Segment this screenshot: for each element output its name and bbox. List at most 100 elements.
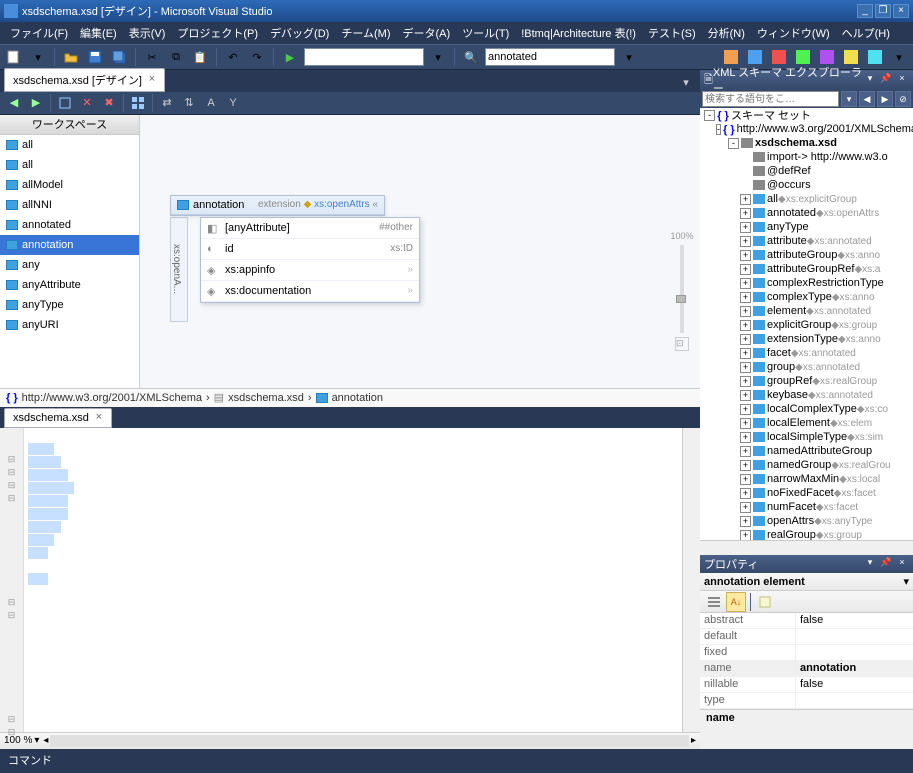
designer-row[interactable]: ◧[anyAttribute]##other xyxy=(201,218,419,239)
workspace-item[interactable]: allNNI xyxy=(0,195,139,215)
property-row[interactable]: abstractfalse xyxy=(700,613,913,629)
collapse-icon[interactable]: « xyxy=(372,199,378,210)
props-pin-icon[interactable]: 📌 xyxy=(879,557,893,571)
expand-icon[interactable]: + xyxy=(740,292,751,303)
add-item-button[interactable]: ▾ xyxy=(28,47,48,67)
editor-tab-close-icon[interactable]: × xyxy=(93,412,105,424)
xse-dropdown-icon[interactable]: ▾ xyxy=(863,73,877,87)
letter-a-button[interactable]: A xyxy=(201,93,221,113)
expand-icon[interactable]: + xyxy=(740,320,751,331)
expand-icon[interactable]: + xyxy=(740,460,751,471)
maximize-button[interactable]: ❐ xyxy=(875,4,891,18)
tree-node[interactable]: +extensionType ◆xs:anno xyxy=(700,332,913,346)
clear-workspace-button[interactable]: ✕ xyxy=(77,93,97,113)
find-dropdown[interactable]: ▾ xyxy=(619,47,639,67)
expand-icon[interactable]: + xyxy=(740,278,751,289)
tree-node[interactable]: +complexRestrictionType xyxy=(700,276,913,290)
expand-icon[interactable]: + xyxy=(740,194,751,205)
save-all-button[interactable] xyxy=(109,47,129,67)
tree-node[interactable]: +attributeGroup ◆xs:anno xyxy=(700,248,913,262)
expand-icon[interactable]: + xyxy=(740,362,751,373)
property-row[interactable]: nameannotation xyxy=(700,661,913,677)
workspace-item[interactable]: any xyxy=(0,255,139,275)
menu-item[interactable]: テスト(S) xyxy=(642,22,702,44)
tree-node[interactable]: @defRef xyxy=(700,164,913,178)
xse-pin-icon[interactable]: 📌 xyxy=(879,73,893,87)
open-button[interactable] xyxy=(61,47,81,67)
tree-node[interactable]: +element ◆xs:annotated xyxy=(700,304,913,318)
menu-item[interactable]: 分析(N) xyxy=(702,22,751,44)
workspace-item[interactable]: anyURI xyxy=(0,315,139,335)
props-dropdown-icon[interactable]: ▾ xyxy=(863,557,877,571)
tree-node[interactable]: +facet ◆xs:annotated xyxy=(700,346,913,360)
designer-canvas[interactable]: xs:openA... annotation extension ◆ xs:op… xyxy=(140,115,700,388)
expand-icon[interactable]: + xyxy=(740,530,751,541)
editor-hscroll-right[interactable]: ▸ xyxy=(691,735,696,746)
tree-node[interactable]: @occurs xyxy=(700,178,913,192)
designer-row[interactable]: ◐idxs:ID xyxy=(201,239,419,260)
editor-scrollbar[interactable] xyxy=(682,428,700,732)
tree-node[interactable]: +namedAttributeGroup xyxy=(700,444,913,458)
workspace-item[interactable]: anyAttribute xyxy=(0,275,139,295)
save-button[interactable] xyxy=(85,47,105,67)
tree-node[interactable]: +localComplexType ◆xs:co xyxy=(700,402,913,416)
expand-icon[interactable]: + xyxy=(740,516,751,527)
tab-close-icon[interactable]: × xyxy=(146,74,158,86)
designer-row[interactable]: ◈xs:documentation» xyxy=(201,281,419,302)
property-row[interactable]: fixed xyxy=(700,645,913,661)
editor-hscroll-track[interactable] xyxy=(50,735,689,747)
menu-item[interactable]: ツール(T) xyxy=(456,22,515,44)
props-grid[interactable]: abstractfalsedefaultfixednameannotationn… xyxy=(700,613,913,709)
xse-clear-button[interactable]: ⊘ xyxy=(895,91,911,107)
workspace-item[interactable]: allModel xyxy=(0,175,139,195)
copy-button[interactable]: ⧉ xyxy=(166,47,186,67)
xse-close-icon[interactable]: × xyxy=(895,73,909,87)
remove-button[interactable]: ✖ xyxy=(99,93,119,113)
fit-button[interactable]: ⊡ xyxy=(675,337,689,351)
top-bottom-button[interactable]: ⇅ xyxy=(179,93,199,113)
undo-button[interactable]: ↶ xyxy=(223,47,243,67)
workspace-item[interactable]: annotation xyxy=(0,235,139,255)
props-object-dropdown[interactable]: ▾ xyxy=(903,575,909,588)
expand-icon[interactable]: + xyxy=(740,348,751,359)
minimize-button[interactable]: _ xyxy=(857,4,873,18)
editor-tab[interactable]: xsdschema.xsd × xyxy=(4,408,112,428)
tree-node[interactable]: +groupRef ◆xs:realGroup xyxy=(700,374,913,388)
expand-icon[interactable]: + xyxy=(740,432,751,443)
expand-icon[interactable]: - xyxy=(704,110,715,121)
tree-node[interactable]: +realGroup ◆xs:group xyxy=(700,528,913,540)
tree-node[interactable]: -xsdschema.xsd xyxy=(700,136,913,150)
expand-icon[interactable]: + xyxy=(740,306,751,317)
props-pages-button[interactable] xyxy=(755,592,775,612)
expand-icon[interactable]: - xyxy=(716,124,721,135)
breadcrumb-file[interactable]: xsdschema.xsd xyxy=(228,392,304,404)
basetype-tab[interactable]: xs:openA... xyxy=(170,217,188,322)
xse-prev-button[interactable]: ◀ xyxy=(859,91,875,107)
expand-icon[interactable]: + xyxy=(740,474,751,485)
workspace-item[interactable]: all xyxy=(0,135,139,155)
props-alpha-button[interactable]: A↓ xyxy=(726,592,746,612)
expand-icon[interactable]: + xyxy=(740,376,751,387)
zoom-thumb[interactable] xyxy=(676,295,686,303)
tree-node[interactable]: import-> http://www.w3.o xyxy=(700,150,913,164)
left-right-button[interactable]: ⇄ xyxy=(157,93,177,113)
nav-fwd-button[interactable]: ▶ xyxy=(26,93,46,113)
tree-node[interactable]: +numFacet ◆xs:facet xyxy=(700,500,913,514)
xse-hscrollbar[interactable] xyxy=(700,540,913,555)
workspace-item[interactable]: all xyxy=(0,155,139,175)
expand-icon[interactable]: + xyxy=(740,334,751,345)
tree-node[interactable]: +attribute ◆xs:annotated xyxy=(700,234,913,248)
new-project-button[interactable] xyxy=(4,47,24,67)
paste-button[interactable]: 📋 xyxy=(190,47,210,67)
expand-icon[interactable]: + xyxy=(740,446,751,457)
close-button[interactable]: × xyxy=(893,4,909,18)
tree-node[interactable]: +keybase ◆xs:annotated xyxy=(700,388,913,402)
designer-node[interactable]: annotation extension ◆ xs:openAttrs « xyxy=(170,195,385,216)
zoom-slider[interactable]: 100% ⊡ xyxy=(672,231,692,351)
props-categorized-button[interactable] xyxy=(704,592,724,612)
menu-item[interactable]: 表示(V) xyxy=(123,22,172,44)
breadcrumb-element[interactable]: annotation xyxy=(332,392,383,404)
expand-icon[interactable]: + xyxy=(740,404,751,415)
props-close-icon[interactable]: × xyxy=(895,557,909,571)
menu-item[interactable]: ファイル(F) xyxy=(4,22,74,44)
